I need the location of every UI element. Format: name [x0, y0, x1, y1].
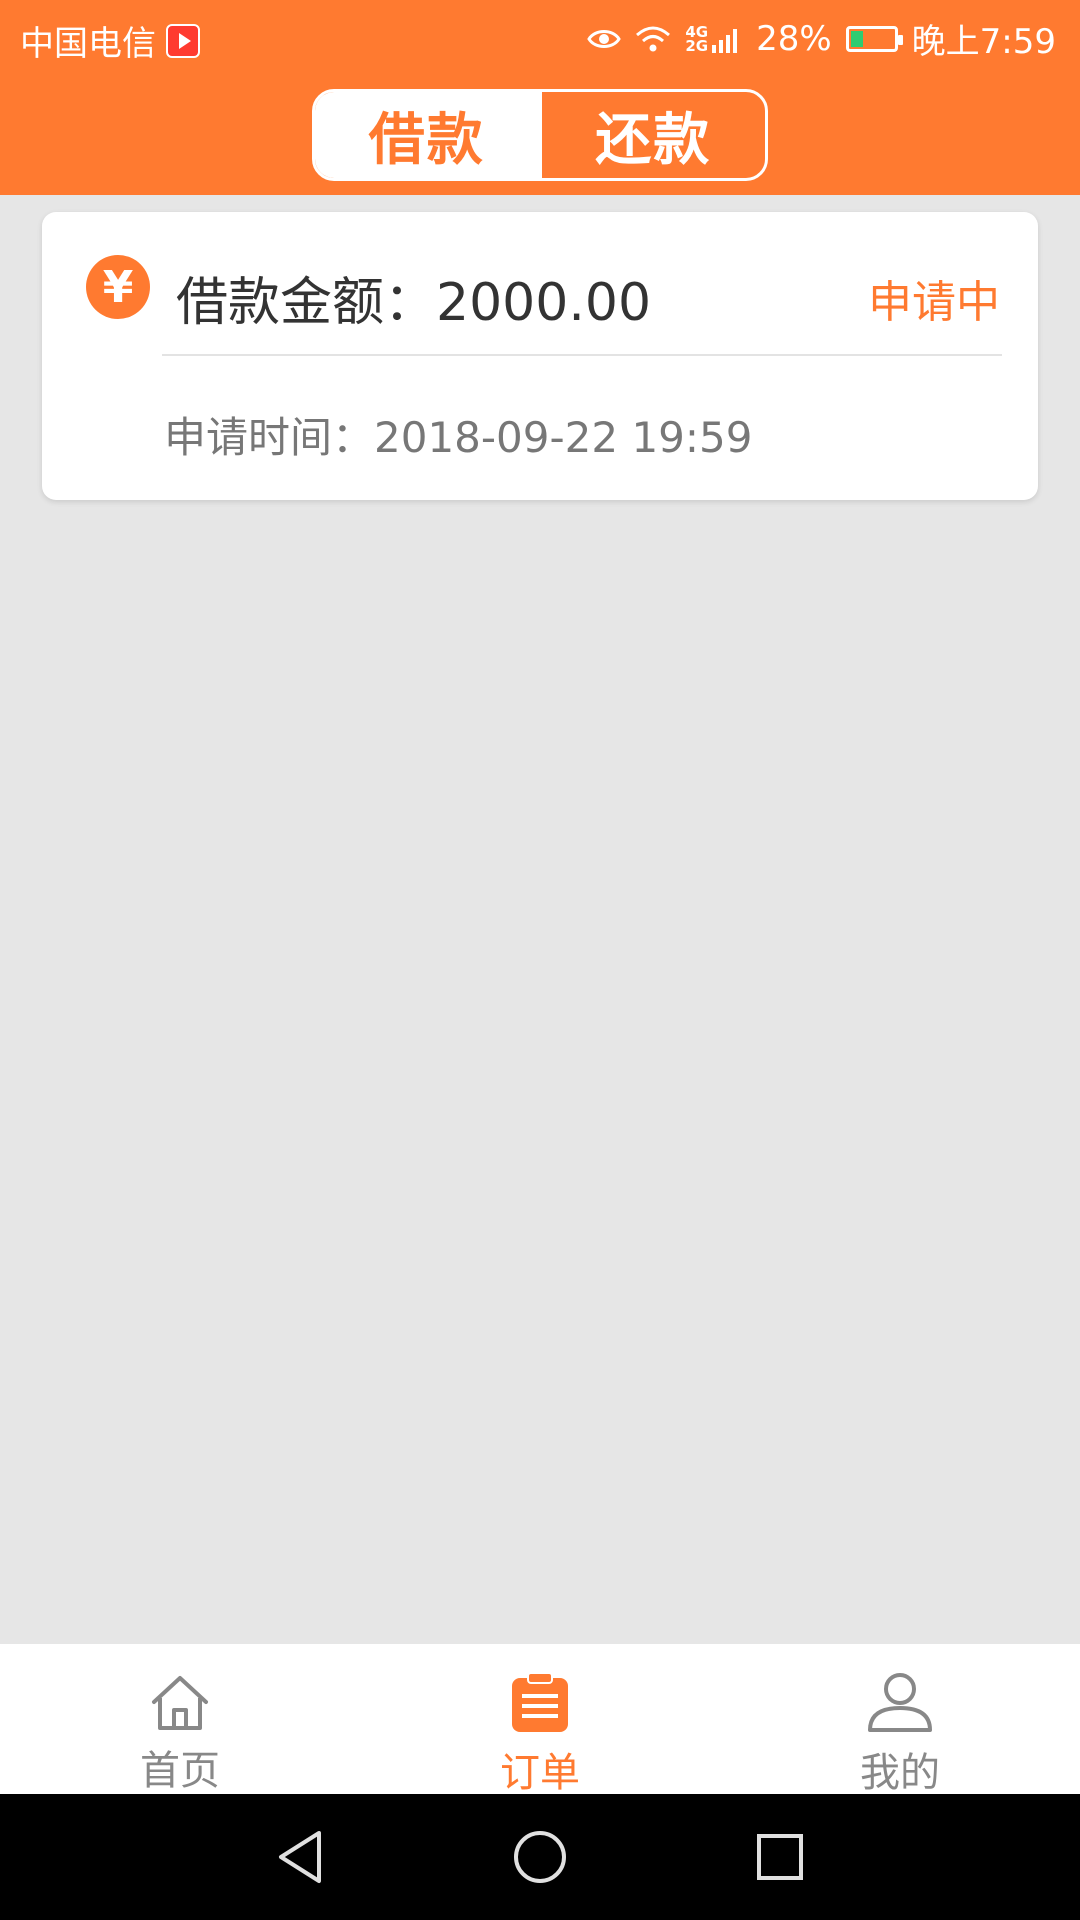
system-nav-bar: [0, 1794, 1080, 1920]
top-header: 中国电信 4G 2G 28% 晚上7:59 借款 还款: [0, 0, 1080, 195]
order-card-header: ¥ 借款金额：2000.00 申请中: [42, 212, 1038, 356]
battery-level: [850, 30, 863, 47]
eye-icon: [587, 27, 622, 51]
loan-amount: 借款金额：2000.00: [176, 260, 651, 335]
clipboard-icon: [505, 1672, 575, 1734]
battery-icon: [845, 25, 903, 52]
nav-label-orders: 订单: [500, 1750, 580, 1796]
user-icon: [865, 1672, 935, 1734]
loan-repay-tabs: 借款 还款: [312, 89, 768, 181]
card-divider: [162, 354, 1002, 356]
loan-amount-label: 借款金额：: [176, 273, 437, 333]
signal-icon: 4G 2G: [685, 22, 742, 55]
nav-item-home[interactable]: 首页: [0, 1644, 360, 1794]
back-icon[interactable]: [240, 1822, 360, 1892]
nav-label-home: 首页: [140, 1748, 220, 1794]
video-app-icon: [166, 23, 200, 58]
tab-loan[interactable]: 借款: [315, 92, 539, 178]
status-indicators: 4G 2G 28% 晚上7:59: [587, 14, 1056, 63]
carrier-group: 中国电信: [20, 16, 200, 65]
battery-percent: 28%: [756, 18, 832, 59]
wifi-icon: [635, 25, 671, 53]
nav-item-mine[interactable]: 我的: [720, 1644, 1080, 1796]
order-card[interactable]: ¥ 借款金额：2000.00 申请中 申请时间：2018-09-22 19:59: [42, 212, 1038, 500]
apply-time: 申请时间：2018-09-22 19:59: [164, 404, 753, 465]
bottom-nav: 首页 订单 我的: [0, 1644, 1080, 1796]
network-type: 4G 2G: [685, 22, 709, 55]
nav-item-orders[interactable]: 订单: [360, 1644, 720, 1796]
carrier-name: 中国电信: [20, 24, 156, 64]
recents-icon[interactable]: [720, 1822, 840, 1892]
status-bar: 中国电信 4G 2G 28% 晚上7:59: [0, 0, 1080, 74]
yen-icon: ¥: [86, 255, 150, 319]
nav-label-mine: 我的: [860, 1750, 940, 1796]
clock: 晚上7:59: [911, 22, 1056, 62]
home-icon: [145, 1672, 215, 1732]
loan-amount-value: 2000.00: [436, 273, 652, 333]
apply-time-label: 申请时间：: [164, 413, 375, 462]
home-circle-icon[interactable]: [480, 1822, 600, 1892]
order-status: 申请中: [868, 277, 1000, 328]
apply-time-value: 2018-09-22 19:59: [374, 413, 753, 462]
tab-repay[interactable]: 还款: [538, 92, 766, 178]
